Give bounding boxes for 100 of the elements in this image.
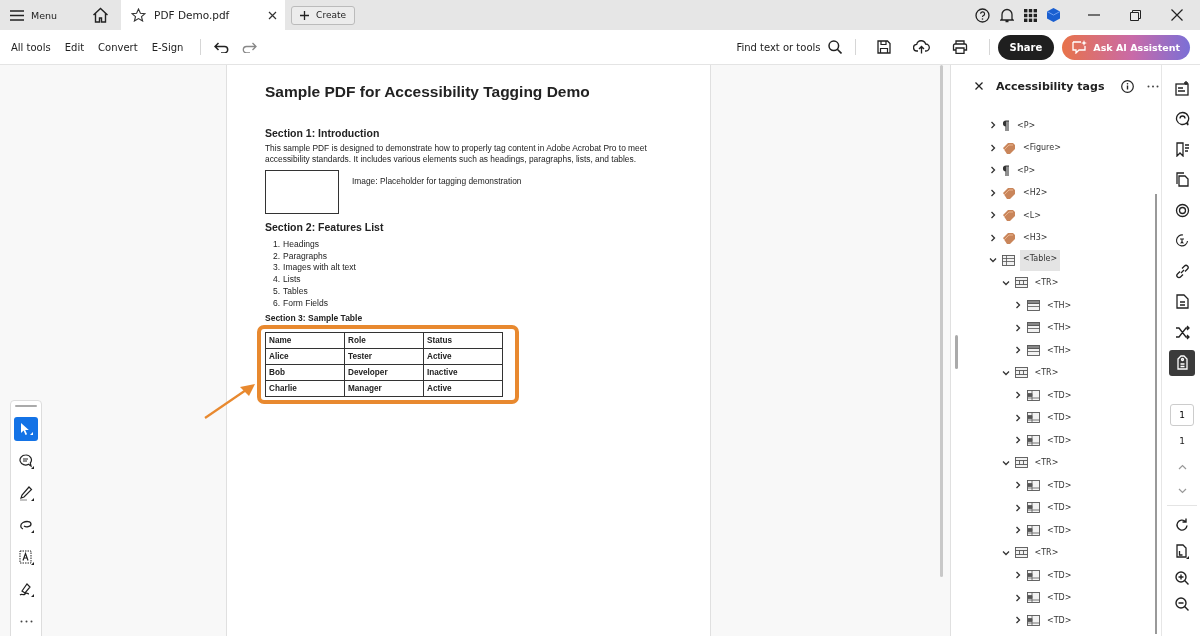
tag-label[interactable]: <TD> xyxy=(1045,433,1074,447)
resize-handle[interactable] xyxy=(955,335,958,369)
scrollbar[interactable] xyxy=(1155,194,1157,634)
close-icon[interactable] xyxy=(1171,9,1183,21)
scrollbar[interactable] xyxy=(940,65,943,577)
tag-label[interactable]: <TH> xyxy=(1045,298,1074,312)
redo-icon[interactable] xyxy=(242,41,258,53)
document-icon xyxy=(1174,294,1190,309)
help-icon[interactable] xyxy=(975,7,990,23)
hexagon-icon[interactable] xyxy=(1047,8,1060,22)
select-tool-button[interactable] xyxy=(14,417,38,441)
tags-icon xyxy=(1174,355,1190,370)
tag-label[interactable]: <TD> xyxy=(1045,388,1074,402)
chevron-down-icon[interactable] xyxy=(1001,458,1010,467)
tag-label[interactable]: <TD> xyxy=(1045,568,1074,582)
compare-icon xyxy=(1174,324,1190,340)
close-icon[interactable] xyxy=(268,10,278,20)
page-fit-icon[interactable] xyxy=(1175,544,1189,559)
tag-label[interactable]: <TR> xyxy=(1032,276,1061,290)
pointer-arrow xyxy=(204,383,256,419)
print-icon[interactable] xyxy=(951,40,968,54)
table-cell: Tester xyxy=(344,348,424,365)
share-button[interactable]: Share xyxy=(997,34,1055,60)
tag-label[interactable]: <TR> xyxy=(1032,366,1061,380)
star-icon[interactable] xyxy=(131,8,147,22)
chevron-right-icon[interactable] xyxy=(1014,391,1022,400)
list-number: 2. xyxy=(273,250,281,263)
tag-label[interactable]: <P> xyxy=(1015,163,1038,177)
chevron-down-icon[interactable] xyxy=(1001,368,1010,377)
chevron-right-icon[interactable] xyxy=(989,233,997,242)
chevron-right-icon[interactable] xyxy=(1014,593,1022,602)
table-cell-icon xyxy=(1027,389,1040,401)
chevron-right-icon[interactable] xyxy=(989,166,997,175)
info-icon[interactable] xyxy=(1121,79,1135,93)
chevron-right-icon[interactable] xyxy=(1014,571,1022,580)
create-button[interactable]: Create xyxy=(291,5,355,25)
chevron-right-icon[interactable] xyxy=(1014,616,1022,625)
find-button[interactable]: Find text or tools xyxy=(733,40,845,54)
apps-grid-icon[interactable] xyxy=(1024,8,1037,22)
page-number-field[interactable]: 1 xyxy=(1170,404,1194,426)
toolbar-tab[interactable]: All tools xyxy=(4,41,58,53)
more-icon[interactable] xyxy=(1147,84,1160,88)
table-row-icon xyxy=(1014,547,1028,559)
chevron-right-icon[interactable] xyxy=(989,211,997,220)
chevron-right-icon[interactable] xyxy=(1014,436,1022,445)
tag-label[interactable]: <TH> xyxy=(1045,343,1074,357)
toolbar-tab[interactable]: E-Sign xyxy=(144,41,191,53)
chevron-right-icon[interactable] xyxy=(989,121,997,130)
list-number: 6. xyxy=(273,298,281,311)
bell-icon[interactable] xyxy=(1000,7,1014,23)
tag-label[interactable]: <H3> xyxy=(1021,231,1050,245)
chevron-right-icon[interactable] xyxy=(989,188,997,197)
table-cell-icon xyxy=(1027,592,1040,604)
chevron-right-icon[interactable] xyxy=(1014,346,1022,355)
zoom-out-icon[interactable] xyxy=(1175,597,1189,611)
tag-label[interactable]: <TD> xyxy=(1045,501,1074,515)
tag-label[interactable]: <L> xyxy=(1021,208,1043,222)
cursor-icon xyxy=(19,421,33,437)
home-icon[interactable] xyxy=(92,7,110,23)
tag-label[interactable]: <TR> xyxy=(1032,546,1061,560)
chevron-right-icon[interactable] xyxy=(1014,301,1022,310)
chevron-down-icon[interactable] xyxy=(989,256,997,265)
list-number: 1. xyxy=(273,238,281,251)
tags-tool-button[interactable] xyxy=(1169,349,1195,376)
menu-button[interactable]: Menu xyxy=(10,9,58,21)
chevron-right-icon[interactable] xyxy=(1014,481,1022,490)
tag-label[interactable]: <Figure> xyxy=(1021,141,1063,155)
rotate-icon[interactable] xyxy=(1175,518,1189,532)
tag-label[interactable]: <P> xyxy=(1015,118,1038,132)
undo-icon[interactable] xyxy=(214,41,230,53)
cloud-upload-icon[interactable] xyxy=(912,40,930,54)
tag-label[interactable]: <TD> xyxy=(1045,613,1074,627)
tag-label[interactable]: <TD> xyxy=(1045,411,1074,425)
chevron-down-icon[interactable] xyxy=(1001,548,1010,557)
restore-icon[interactable] xyxy=(1130,9,1141,21)
chevron-right-icon[interactable] xyxy=(1014,323,1022,332)
document-tab[interactable]: PDF Demo.pdf xyxy=(121,0,286,30)
close-icon[interactable] xyxy=(975,82,983,90)
tag-label[interactable]: <TR> xyxy=(1032,456,1061,470)
table-row-icon xyxy=(1014,457,1028,469)
toolbar-tab[interactable]: Convert xyxy=(91,41,145,53)
pilcrow-icon xyxy=(1002,164,1010,176)
chevron-up-icon[interactable] xyxy=(1177,464,1187,470)
tag-label[interactable]: <TH> xyxy=(1045,321,1074,335)
chevron-down-icon[interactable] xyxy=(1001,278,1010,287)
tag-label[interactable]: <H2> xyxy=(1021,186,1050,200)
save-icon[interactable] xyxy=(876,40,891,54)
chevron-right-icon[interactable] xyxy=(1014,413,1022,422)
zoom-in-icon[interactable] xyxy=(1175,571,1189,585)
table-cell-icon xyxy=(1027,412,1040,424)
chevron-right-icon[interactable] xyxy=(1014,503,1022,512)
tag-label[interactable]: <TD> xyxy=(1045,591,1074,605)
toolbar-tab[interactable]: Edit xyxy=(57,41,92,53)
table-cell: Developer xyxy=(344,364,424,381)
tag-label[interactable]: <TD> xyxy=(1045,478,1074,492)
tag-label[interactable]: <TD> xyxy=(1045,523,1074,537)
chevron-right-icon[interactable] xyxy=(1014,526,1022,535)
table-header-cell: Status xyxy=(423,332,503,349)
tag-label[interactable]: <Table> xyxy=(1020,249,1061,271)
chevron-right-icon[interactable] xyxy=(989,143,997,152)
